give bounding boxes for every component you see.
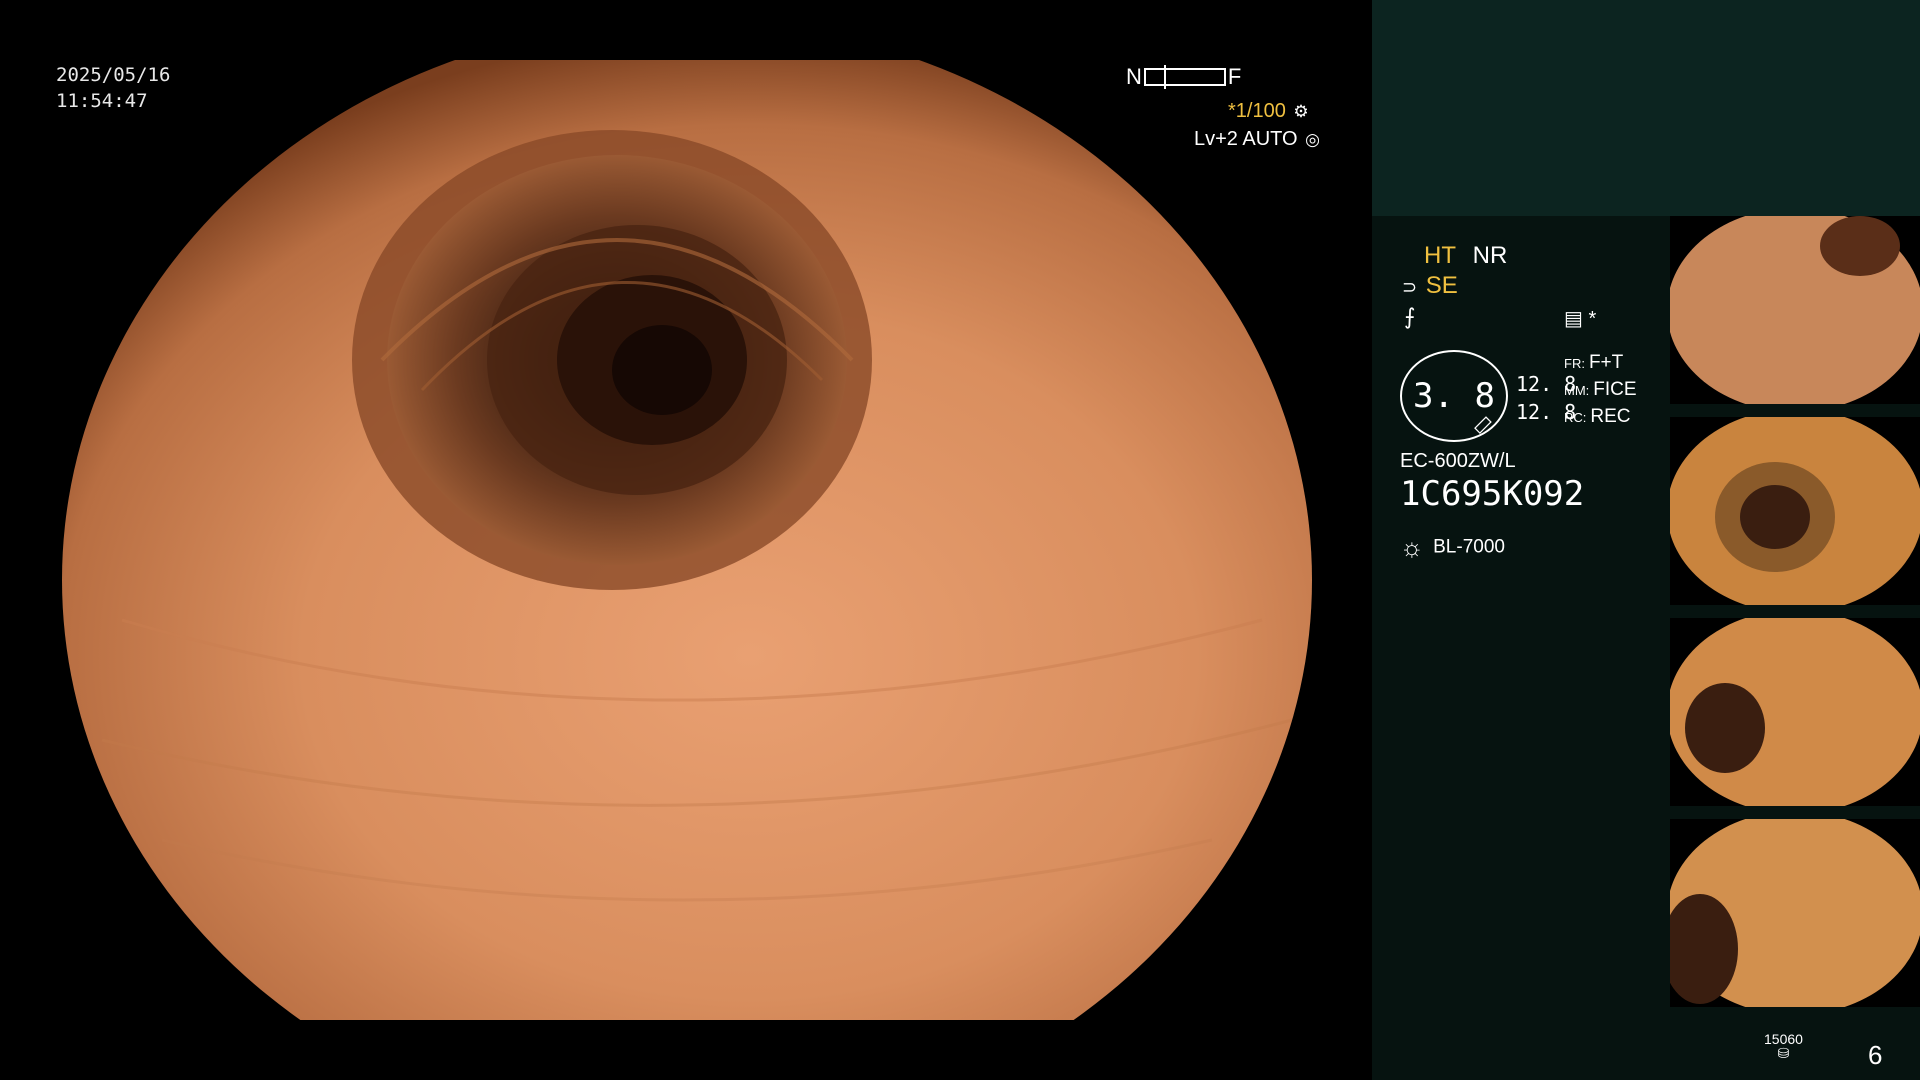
thumbnail-image-2 (1670, 417, 1920, 605)
edge-enhance-icon: ⨍ (1404, 304, 1416, 329)
ht-label: HT (1424, 242, 1456, 269)
brightness-level: Lv+2 AUTO ◎ (1194, 128, 1320, 151)
endoscopic-image (62, 60, 1312, 1020)
iris-icon: ◎ (1305, 130, 1320, 149)
near-far-indicator: N F (1126, 64, 1241, 90)
structure-icon: ⊃ (1402, 277, 1418, 297)
shutter-speed: *1/100 ⚙ (1228, 100, 1309, 123)
thumbnail-image-4 (1670, 819, 1920, 1007)
se-label: SE (1425, 272, 1458, 299)
fr-key: FR: (1564, 356, 1585, 371)
image-counter: 15060 ⛁ (1764, 1032, 1803, 1060)
side-panel-header (1372, 0, 1920, 216)
info-side-panel: HT NR ⊃ SE ⨍ ▤ * 3. 8 ▭ 12. 8 12. 8 FR: F… (1372, 0, 1920, 1080)
date-label: 2025/05/16 (56, 64, 171, 86)
gear-icon: ⚙ (1293, 102, 1309, 121)
status-icons: ▤ * (1564, 306, 1596, 331)
disk-icon: ⛁ (1777, 1045, 1790, 1061)
light-source-row: ☼ BL-7000 (1400, 532, 1505, 563)
se-row: ⊃ SE (1402, 272, 1458, 300)
nr-label: NR (1472, 242, 1508, 269)
thumbnail-1[interactable] (1670, 216, 1920, 404)
light-source-icon: ☼ (1400, 532, 1424, 562)
fr-value: F+T (1588, 352, 1624, 373)
page-number: 6 (1868, 1040, 1883, 1070)
thumbnail-strip (1670, 216, 1920, 1020)
thumbnail-2[interactable] (1670, 417, 1920, 605)
mode-column: FR: F+T MM: FICE RC: REC (1564, 350, 1637, 431)
ht-nr-row: HT NR (1424, 242, 1507, 270)
asterisk-label: * (1588, 308, 1597, 330)
light-source-label: BL-7000 (1433, 536, 1505, 558)
far-label: F (1227, 64, 1242, 89)
endoscope-live-view: 2025/05/16 11:54:47 N F *1/100 ⚙ Lv+2 AU… (0, 0, 1372, 1080)
mm-value: FICE (1593, 379, 1637, 400)
thumbnail-image-3 (1670, 618, 1920, 806)
rc-value: REC (1590, 406, 1631, 427)
time-label: 11:54:47 (56, 90, 148, 112)
scope-serial: 1C695K092 (1400, 474, 1585, 514)
focus-bar (1143, 65, 1226, 89)
date-time-stamp: 2025/05/16 11:54:47 (56, 62, 170, 114)
mm-key: MM: (1564, 383, 1590, 398)
shutter-value: *1/100 (1228, 100, 1286, 122)
thumbnail-image-1 (1670, 216, 1920, 404)
image-counter-value: 15060 (1764, 1031, 1803, 1047)
record-icon: ▤ (1564, 308, 1583, 330)
near-label: N (1126, 64, 1142, 89)
thumbnail-4[interactable] (1670, 819, 1920, 1007)
scope-model: EC-600ZW/L (1400, 450, 1516, 472)
level-value: Lv+2 (1194, 128, 1238, 150)
iris-mode: AUTO (1242, 128, 1298, 150)
rc-key: RC: (1564, 410, 1587, 425)
thumbnail-3[interactable] (1670, 618, 1920, 806)
